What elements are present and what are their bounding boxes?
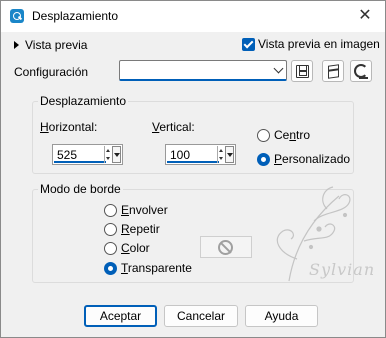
radio-repeat[interactable]: Repetir bbox=[104, 222, 160, 236]
radio-button[interactable] bbox=[104, 203, 117, 217]
radio-color[interactable]: Color bbox=[104, 241, 150, 255]
radio-button-selected[interactable] bbox=[257, 152, 270, 166]
spin-arrows-icon[interactable] bbox=[104, 146, 111, 163]
vertical-value[interactable]: 100 bbox=[170, 148, 190, 162]
save-preset-button[interactable] bbox=[291, 60, 313, 82]
displacement-legend: Desplazamiento bbox=[38, 94, 129, 108]
radio-custom-label: Personalizado bbox=[274, 152, 351, 166]
radio-button[interactable] bbox=[104, 241, 117, 255]
preview-in-image-checkbox[interactable]: Vista previa en imagen bbox=[242, 37, 380, 51]
radio-button-selected[interactable] bbox=[104, 261, 117, 275]
window-title: Desplazamiento bbox=[32, 9, 119, 23]
radio-center-label: Centro bbox=[274, 128, 311, 142]
horizontal-value[interactable]: 525 bbox=[57, 148, 77, 162]
radio-center[interactable]: Centro bbox=[257, 128, 310, 142]
app-icon bbox=[10, 9, 24, 23]
dropdown-arrow-icon[interactable] bbox=[112, 146, 121, 163]
horizontal-spinner[interactable]: 525 bbox=[52, 144, 123, 165]
config-dropdown[interactable] bbox=[119, 60, 287, 81]
cancel-button[interactable]: Cancelar bbox=[164, 305, 238, 327]
cube-icon bbox=[328, 64, 339, 79]
spin-arrows-icon[interactable] bbox=[217, 146, 224, 163]
preview-toggle[interactable]: Vista previa bbox=[14, 38, 87, 52]
radio-wrap[interactable]: Envolver bbox=[104, 203, 168, 217]
radio-repeat-label: Repetir bbox=[121, 222, 160, 236]
watermark-text: Sylvian bbox=[309, 260, 376, 279]
radio-button[interactable] bbox=[104, 222, 117, 236]
help-button[interactable]: Ayuda bbox=[245, 305, 318, 327]
radio-custom[interactable]: Personalizado bbox=[257, 152, 350, 166]
close-button[interactable]: ✕ bbox=[355, 6, 375, 26]
border-mode-legend: Modo de borde bbox=[38, 182, 123, 196]
radio-transparent-label: Transparente bbox=[121, 261, 192, 275]
dialog-window: Desplazamiento ✕ Vista previa Vista prev… bbox=[0, 0, 386, 338]
color-swatch-disabled bbox=[200, 236, 252, 258]
reset-button[interactable] bbox=[350, 60, 372, 82]
ok-button[interactable]: Aceptar bbox=[84, 305, 157, 327]
vertical-label: Vertical: bbox=[152, 120, 195, 134]
save-icon bbox=[296, 65, 309, 78]
vertical-spinner[interactable]: 100 bbox=[165, 144, 236, 165]
expand-arrow-icon bbox=[14, 41, 19, 49]
chevron-down-icon bbox=[273, 63, 284, 74]
radio-wrap-label: Envolver bbox=[121, 203, 168, 217]
radio-transparent[interactable]: Transparente bbox=[104, 261, 192, 275]
no-entry-icon bbox=[218, 240, 233, 255]
radio-button[interactable] bbox=[257, 128, 270, 142]
dropdown-arrow-icon[interactable] bbox=[225, 146, 234, 163]
config-label: Configuración bbox=[14, 65, 89, 79]
preview-in-image-label: Vista previa en imagen bbox=[258, 37, 380, 51]
reset-icon bbox=[354, 64, 368, 79]
cube-button[interactable] bbox=[322, 60, 344, 82]
horizontal-label: Horizontal: bbox=[40, 120, 98, 134]
radio-color-label: Color bbox=[121, 241, 150, 255]
preview-toggle-label: Vista previa bbox=[25, 38, 88, 52]
title-bar: Desplazamiento ✕ bbox=[1, 1, 385, 32]
checkbox-checked-icon[interactable] bbox=[242, 37, 255, 51]
